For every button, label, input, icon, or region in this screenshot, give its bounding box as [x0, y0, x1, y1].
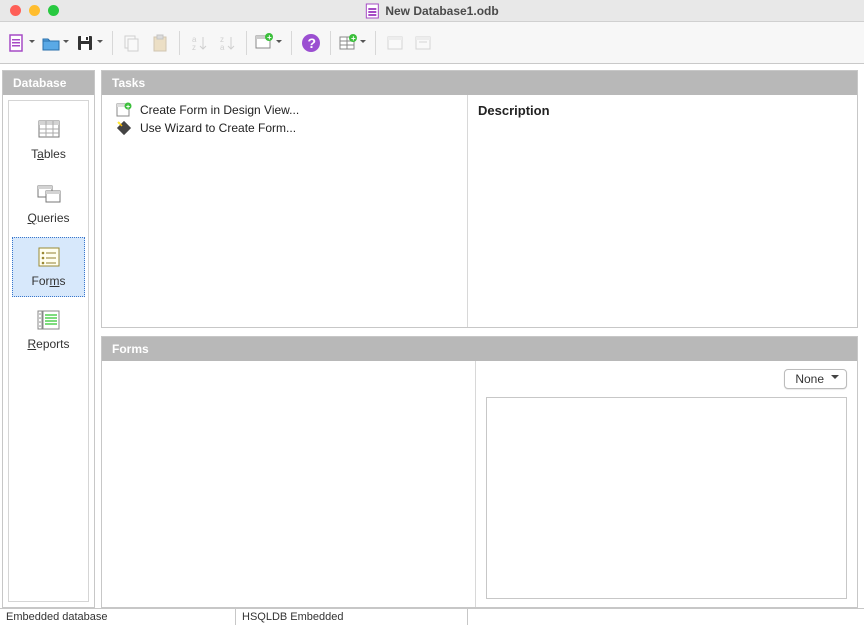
- help-button[interactable]: ?: [298, 28, 324, 58]
- minimize-window-button[interactable]: [29, 5, 40, 16]
- toolbar-separator: [330, 31, 331, 55]
- status-empty: [468, 609, 864, 625]
- svg-text:?: ?: [308, 35, 317, 51]
- status-db-type: Embedded database: [0, 609, 236, 625]
- wizard-icon: [116, 120, 132, 136]
- forms-body: None: [102, 361, 857, 607]
- tasks-header: Tasks: [102, 71, 857, 95]
- task-label: Create Form in Design View...: [140, 103, 299, 117]
- tasks-body: + Create Form in Design View... Use Wiza…: [102, 95, 857, 327]
- preview-mode-value: None: [795, 372, 824, 386]
- maximize-window-button[interactable]: [48, 5, 59, 16]
- save-document-button[interactable]: [74, 28, 106, 58]
- window-title-text: New Database1.odb: [385, 4, 498, 18]
- tables-icon: [35, 117, 63, 143]
- status-db-engine: HSQLDB Embedded: [236, 609, 468, 625]
- sidebar-item-label: Queries: [27, 211, 69, 225]
- forms-preview-area: None: [476, 361, 857, 607]
- title-bar: New Database1.odb: [0, 0, 864, 22]
- sidebar-body: Tables Queries Forms Reports: [8, 100, 89, 602]
- open-document-button[interactable]: [40, 28, 72, 58]
- forms-icon: [35, 244, 63, 270]
- toolbar-separator: [291, 31, 292, 55]
- form-preview-box: [486, 397, 847, 599]
- edit-record-button[interactable]: [382, 28, 408, 58]
- window-title: New Database1.odb: [365, 3, 498, 19]
- description-heading: Description: [478, 103, 847, 118]
- copy-button[interactable]: [119, 28, 145, 58]
- svg-text:z: z: [192, 43, 196, 52]
- task-description-area: Description: [468, 95, 857, 327]
- task-label: Use Wizard to Create Form...: [140, 121, 296, 135]
- main-toolbar: az za + ? +: [0, 22, 864, 64]
- toolbar-separator: [112, 31, 113, 55]
- window-controls: [0, 5, 59, 16]
- database-sidebar: Database Tables Queries Forms: [2, 70, 95, 608]
- sidebar-item-label: Forms: [32, 274, 66, 288]
- toolbar-separator: [246, 31, 247, 55]
- svg-text:+: +: [267, 33, 272, 42]
- toolbar-separator: [179, 31, 180, 55]
- sort-ascending-button[interactable]: az: [186, 28, 212, 58]
- svg-text:+: +: [126, 104, 130, 111]
- sort-descending-button[interactable]: za: [214, 28, 240, 58]
- tasks-panel: Tasks + Create Form in Design View... Us…: [101, 70, 858, 328]
- sidebar-item-reports[interactable]: Reports: [12, 299, 85, 361]
- sidebar-item-tables[interactable]: Tables: [12, 109, 85, 171]
- forms-header: Forms: [102, 337, 857, 361]
- sidebar-item-label: Reports: [27, 337, 69, 351]
- forms-list-area[interactable]: [102, 361, 476, 607]
- right-column: Tasks + Create Form in Design View... Us…: [101, 70, 858, 608]
- new-table-button[interactable]: +: [337, 28, 369, 58]
- new-document-button[interactable]: [6, 28, 38, 58]
- database-document-icon: [365, 3, 379, 19]
- sidebar-item-label: Tables: [31, 147, 66, 161]
- filter-button[interactable]: [410, 28, 436, 58]
- toolbar-separator: [375, 31, 376, 55]
- svg-text:a: a: [220, 43, 225, 52]
- design-view-icon: +: [116, 102, 132, 118]
- sidebar-header: Database: [3, 71, 94, 95]
- sidebar-item-queries[interactable]: Queries: [12, 173, 85, 235]
- preview-mode-select[interactable]: None: [784, 369, 847, 389]
- main-content: Database Tables Queries Forms: [0, 64, 864, 608]
- reports-icon: [35, 307, 63, 333]
- queries-icon: [35, 181, 63, 207]
- new-form-button[interactable]: +: [253, 28, 285, 58]
- sidebar-item-forms[interactable]: Forms: [12, 237, 85, 297]
- tasks-list: + Create Form in Design View... Use Wiza…: [102, 95, 468, 327]
- forms-panel: Forms None: [101, 336, 858, 608]
- status-bar: Embedded database HSQLDB Embedded: [0, 608, 864, 625]
- paste-button[interactable]: [147, 28, 173, 58]
- task-create-form-design-view[interactable]: + Create Form in Design View...: [116, 101, 467, 119]
- task-use-wizard-create-form[interactable]: Use Wizard to Create Form...: [116, 119, 467, 137]
- close-window-button[interactable]: [10, 5, 21, 16]
- svg-text:+: +: [351, 34, 356, 43]
